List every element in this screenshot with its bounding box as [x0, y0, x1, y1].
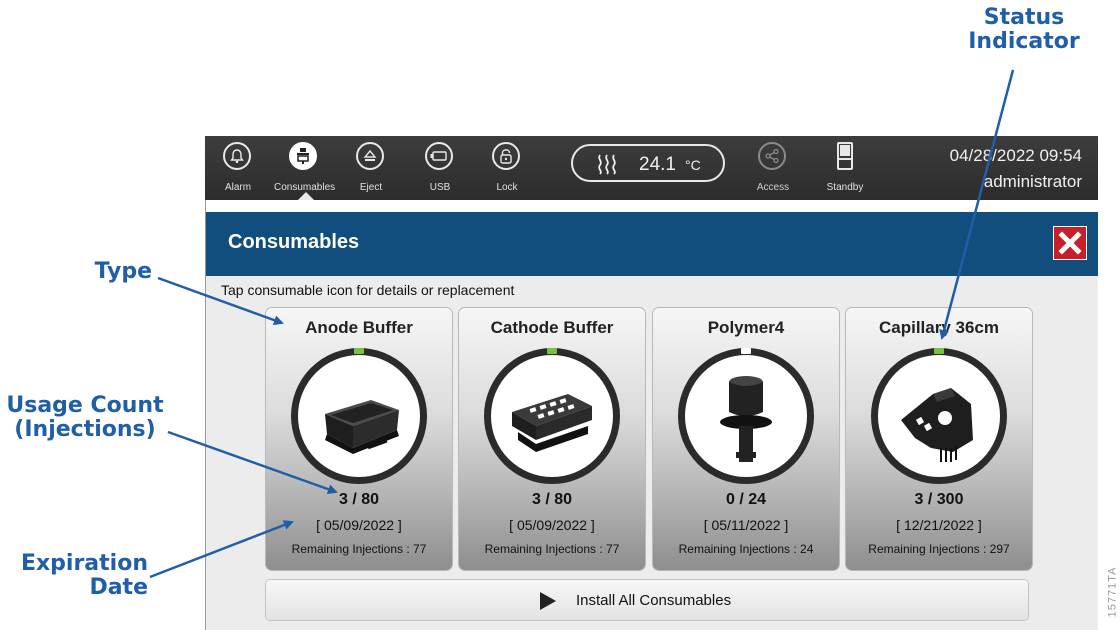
- alarm-button[interactable]: Alarm: [208, 142, 268, 198]
- alarm-label: Alarm: [224, 182, 252, 193]
- standby-button[interactable]: Standby: [815, 142, 875, 198]
- cathode-buffer-icon: [512, 394, 592, 452]
- status-indicator: [741, 348, 751, 354]
- dialog-header: Consumables: [206, 212, 1098, 276]
- share-icon: [758, 142, 786, 170]
- access-button[interactable]: Access: [743, 142, 803, 198]
- remaining-injections: Remaining Injections : 297: [868, 542, 1010, 556]
- status-indicator: [934, 348, 944, 354]
- callout-expiration-date: Expiration Date: [20, 551, 148, 600]
- temperature-indicator[interactable]: 24.1 °C: [571, 144, 725, 182]
- temperature-unit: °C: [685, 157, 701, 173]
- usage-count: 3 / 300: [914, 491, 964, 508]
- consumable-card-capillary[interactable]: Capillary 36cm 3 / 300 [12/21/2022] Re…: [846, 308, 1032, 570]
- expiration-date: [ 05/11/2022 ]: [703, 517, 789, 533]
- expiration-date: [ 05/09/2022 ]: [316, 517, 402, 533]
- status-indicator: [354, 348, 364, 354]
- figure-id: 15771TA: [1106, 566, 1119, 618]
- install-all-button[interactable]: Install All Consumables: [266, 580, 1028, 620]
- anode-buffer-icon: [325, 400, 399, 454]
- card-name: Anode Buffer: [305, 318, 413, 337]
- dialog-body: Tap consumable icon for details or repla…: [206, 276, 1098, 630]
- lock-icon: [492, 142, 520, 170]
- instruction-text: Tap consumable icon for details or repla…: [221, 282, 515, 298]
- heat-waves-icon: [598, 154, 616, 175]
- usb-icon: [425, 142, 453, 170]
- callout-status-indicator: Status Indicator: [968, 5, 1080, 54]
- card-name: Cathode Buffer: [490, 318, 614, 337]
- remaining-injections: Remaining Injections : 77: [484, 542, 620, 556]
- close-icon: [1058, 231, 1082, 255]
- card-name: Polymer4: [707, 318, 785, 337]
- usb-button[interactable]: USB: [410, 142, 470, 198]
- lock-label: Lock: [496, 182, 518, 193]
- dialog-title: Consumables: [228, 231, 360, 253]
- temperature-value: 24.1: [639, 154, 676, 175]
- usage-count: 3 / 80: [338, 491, 380, 508]
- close-button[interactable]: [1053, 226, 1087, 260]
- callout-usage-count: Usage Count (Injections): [6, 393, 164, 442]
- expiration-date: [ 12/21/2022 ]: [896, 517, 982, 533]
- usage-count: 3 / 80: [531, 491, 573, 508]
- status-indicator: [547, 348, 557, 354]
- consumable-card-anode-buffer[interactable]: Anode Buffer 3 / 80 [ 05/09/2022 ] Remai…: [266, 308, 452, 570]
- date-time: 04/28/2022 09:54: [949, 146, 1082, 165]
- access-label: Access: [756, 182, 790, 193]
- remaining-injections: Remaining Injections : 77: [291, 542, 427, 556]
- user-name: administrator: [983, 172, 1082, 191]
- top-toolbar: Alarm Consumables Eject USB Lock 24.1 °C…: [205, 136, 1098, 201]
- install-all-label: Install All Consumables: [576, 592, 732, 609]
- play-icon: [540, 592, 556, 610]
- dialog-panel: Consumables Tap consumable icon for deta…: [205, 200, 1098, 630]
- card-name: Capillary 36cm: [878, 318, 999, 337]
- capillary-array-icon: [901, 388, 973, 462]
- eject-icon: [356, 142, 384, 170]
- polymer-pouch-icon: [720, 376, 772, 462]
- lock-button[interactable]: Lock: [477, 142, 537, 198]
- expiration-date: [ 05/09/2022 ]: [509, 517, 595, 533]
- usb-label: USB: [429, 182, 451, 193]
- eject-button[interactable]: Eject: [341, 142, 401, 198]
- bell-icon: [223, 142, 251, 170]
- eject-label: Eject: [359, 182, 383, 193]
- callout-type: Type: [94, 259, 152, 284]
- standby-icon: [837, 142, 853, 170]
- standby-label: Standby: [826, 182, 864, 193]
- consumable-card-polymer[interactable]: Polymer4 0 / 24 [ 05/11/2022 ] Remaining…: [653, 308, 839, 570]
- usage-count: 0 / 24: [725, 491, 767, 508]
- consumables-dialog: Consumables Tap consumable icon for deta…: [205, 200, 1098, 630]
- remaining-injections: Remaining Injections : 24: [678, 542, 814, 556]
- instrument-screen: Alarm Consumables Eject USB Lock 24.1 °C…: [205, 136, 1098, 630]
- consumables-button[interactable]: Consumables: [274, 142, 335, 198]
- consumables-icon: [289, 142, 317, 170]
- consumable-card-cathode-buffer[interactable]: Cathode Buffer 3 / 80 [05/09/2022] Rem…: [459, 308, 645, 570]
